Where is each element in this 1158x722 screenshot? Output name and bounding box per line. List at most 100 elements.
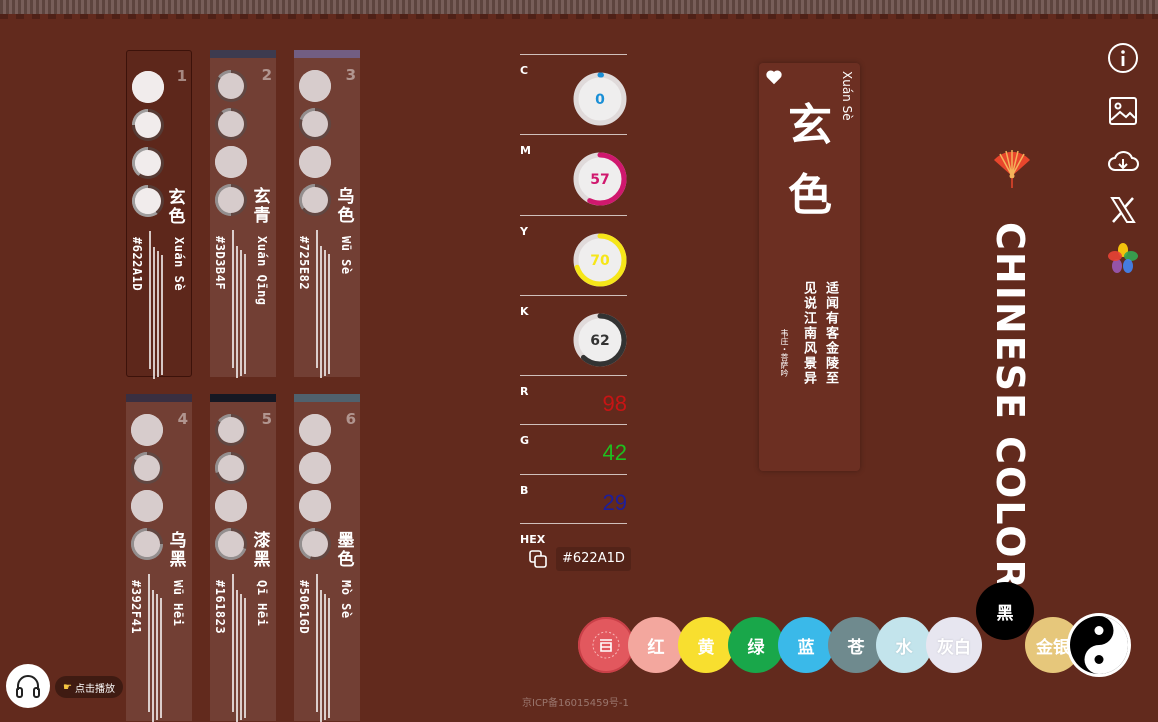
photos-flower-icon[interactable] (1107, 242, 1139, 274)
cmyk-ring-dot (215, 184, 247, 216)
poem-pinyin: Xuán Sè (840, 71, 854, 121)
cmyk-bar-line (244, 254, 246, 374)
cmyk-ring: 0 (573, 72, 627, 126)
poem-author: 韦庄・菩萨吟 (780, 329, 789, 377)
fan-icon (994, 150, 1030, 188)
cmyk-bar-line (236, 590, 238, 722)
color-card[interactable]: 3 乌色 Wū Sè #725E82 (294, 50, 360, 378)
card-pinyin: Xuán Qīng (255, 236, 269, 306)
card-color-name: 乌黑 (169, 531, 187, 570)
cmyk-value: 70 (590, 253, 610, 269)
card-color-bar (210, 50, 276, 58)
card-hex: #161823 (213, 580, 227, 635)
cmyk-bar-line (316, 230, 318, 368)
palette-label: 绿 (747, 637, 765, 658)
rgb-value: 42 (602, 440, 627, 465)
top-pattern-band (0, 0, 1158, 19)
cmyk-ring-dot (299, 452, 331, 484)
palette-button[interactable]: 黄 (678, 617, 734, 673)
color-card[interactable]: 2 玄青 Xuán Qīng #3D3B4F (210, 50, 276, 378)
cmyk-ring-inner (299, 70, 331, 102)
row-divider (520, 474, 627, 475)
rgb-value: 98 (602, 391, 627, 416)
cmyk-label: K (520, 305, 529, 318)
palette-label: 黄 (697, 637, 715, 658)
palette-button[interactable]: 水 (876, 617, 932, 673)
color-card[interactable]: 5 漆黑 Qī Hēi #161823 (210, 394, 276, 722)
cmyk-bar-line (156, 594, 158, 720)
cmyk-ring-dot (132, 109, 164, 141)
black-label: 黑 (996, 603, 1014, 624)
cmyk-bar-line (324, 250, 326, 376)
palette-button[interactable]: 绿 (728, 617, 784, 673)
play-hint[interactable]: ☛ 点击播放 (55, 676, 123, 698)
heart-icon[interactable] (765, 69, 783, 85)
poem-card: Xuán Sè 玄 色 适闻有客金陵至 见说江南风景异 韦庄・菩萨吟 (759, 63, 860, 471)
card-index: 4 (177, 410, 188, 428)
info-icon[interactable] (1107, 42, 1139, 74)
audio-player-button[interactable] (6, 664, 50, 708)
card-hex: #3D3B4F (213, 236, 227, 291)
card-color-name: 乌色 (337, 187, 355, 226)
palette-label: 金银 (1036, 637, 1070, 658)
icp-license[interactable]: 京ICP备16015459号-1 (522, 694, 629, 709)
hex-value[interactable]: #622A1D (556, 547, 631, 571)
card-color-bar (126, 394, 192, 402)
card-pinyin: Mò Sè (339, 580, 353, 619)
cmyk-ring-dot (132, 185, 164, 217)
cmyk-ring-inner (218, 187, 244, 213)
cloud-download-icon[interactable] (1107, 146, 1139, 178)
image-icon[interactable] (1107, 95, 1139, 127)
play-hint-label: 点击播放 (74, 683, 115, 695)
x-twitter-icon[interactable] (1107, 194, 1139, 226)
rgb-label: G (520, 434, 530, 447)
card-color-bar (210, 394, 276, 402)
cmyk-label: M (520, 144, 531, 157)
cmyk-ring-inner (299, 146, 331, 178)
card-pinyin: Wū Hēi (171, 580, 185, 627)
cmyk-label: C (520, 64, 529, 77)
black-palette-button[interactable]: 黑 (976, 582, 1034, 640)
cmyk-bar-line (328, 598, 330, 718)
cmyk-ring-dot (215, 146, 247, 178)
card-pinyin: Xuán Sè (172, 237, 186, 292)
cmyk-bar-line (157, 251, 159, 377)
palette-button[interactable]: 蓝 (778, 617, 834, 673)
cmyk-ring-inner (302, 531, 328, 557)
color-card[interactable]: 1 玄色 Xuán Sè #622A1D (126, 50, 192, 379)
cmyk-ring-inner (302, 111, 328, 137)
cmyk-ring-inner (135, 112, 161, 138)
cmyk-value: 0 (595, 92, 605, 108)
card-color-name: 漆黑 (253, 531, 271, 570)
copy-icon[interactable] (528, 549, 548, 569)
poem-line-2: 见说江南风景异 (801, 281, 816, 386)
palette-label: 水 (895, 637, 913, 658)
palette-label: 灰白 (937, 637, 971, 658)
palette-button[interactable]: 灰白 (926, 617, 982, 673)
cmyk-ring-inner (218, 111, 244, 137)
headphones-icon (16, 675, 40, 698)
cmyk-ring-dot (299, 528, 331, 560)
row-divider (520, 215, 627, 216)
cmyk-bar-line (160, 598, 162, 718)
cmyk-bar-line (240, 594, 242, 720)
card-color-bar (294, 394, 360, 402)
cmyk-ring-inner (135, 150, 161, 176)
palette-button[interactable]: 红 (628, 617, 684, 673)
color-card[interactable]: 6 墨色 Mò Sè #50616D (294, 394, 360, 722)
card-hex: #392F41 (129, 580, 143, 635)
cmyk-bar-line (232, 230, 234, 368)
color-card[interactable]: 4 乌黑 Wū Hēi #392F41 (126, 394, 192, 722)
cmyk-ring-dot (299, 108, 331, 140)
cmyk-label: Y (520, 225, 528, 238)
cmyk-ring-dot (299, 184, 331, 216)
palette-home-button[interactable] (578, 617, 634, 673)
cmyk-ring-inner (218, 73, 244, 99)
cmyk-ring-dot (132, 147, 164, 179)
yin-yang-icon[interactable] (1066, 612, 1132, 678)
card-hex: #50616D (297, 580, 311, 635)
hex-label: HEX (520, 533, 546, 546)
cmyk-ring-inner (134, 531, 160, 557)
palette-label: 蓝 (797, 637, 815, 658)
cmyk-ring-dot (215, 414, 247, 446)
